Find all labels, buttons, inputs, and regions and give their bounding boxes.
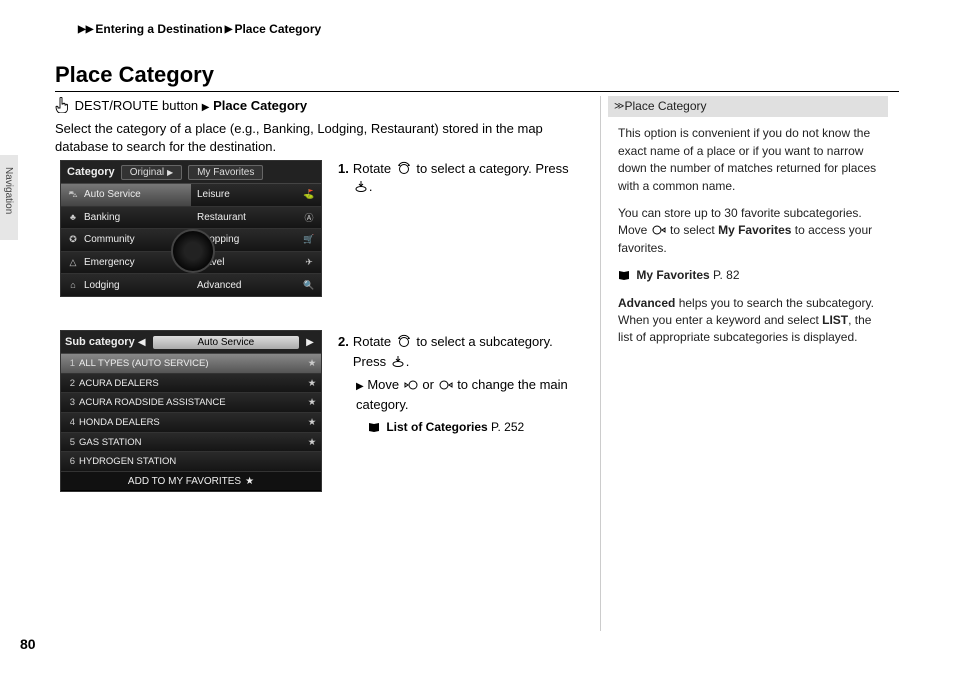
star-icon: ★ (307, 358, 317, 369)
star-icon: ★ (307, 397, 317, 408)
breadcrumb-arrow-icon: ▶ (225, 24, 233, 35)
tips-column: ≫Place Category This option is convenien… (608, 96, 888, 357)
ss1-item: Leisure⛳ (191, 184, 321, 207)
intro-prefix: DEST/ROUTE button (75, 98, 199, 113)
page-number: 80 (20, 636, 36, 652)
triangle-right-icon: ▶ (356, 381, 364, 392)
ss1-item: Advanced🔍 (191, 274, 321, 297)
step-2: 2. Rotate to select a subcategory. Press… (338, 332, 588, 436)
step-number: 2. (338, 332, 349, 371)
category-screen: Category Original ▶ My Favorites ⛍Auto S… (60, 160, 322, 297)
tips-reference: My Favorites P. 82 (618, 267, 888, 284)
ss2-center-tab: Auto Service (153, 336, 299, 349)
breadcrumb-part1: Entering a Destination (95, 22, 222, 36)
ss1-tab-original: Original ▶ (121, 165, 182, 180)
book-icon (368, 422, 380, 433)
ss2-row: 6HYDROGEN STATION (61, 452, 321, 472)
ss2-row: 5GAS STATION★ (61, 433, 321, 453)
ss2-header-label: Sub category (65, 336, 135, 348)
star-icon: ★ (307, 437, 317, 448)
ss2-row: 2ACURA DEALERS★ (61, 374, 321, 394)
tips-paragraph: You can store up to 30 favorite subcateg… (618, 205, 888, 257)
category-icon: △ (67, 257, 79, 268)
breadcrumb: ▶▶Entering a Destination▶Place Category (78, 22, 321, 36)
category-icon: 🛒 (303, 234, 315, 245)
move-right-icon (439, 379, 453, 391)
column-divider (600, 96, 601, 631)
hand-icon (55, 97, 68, 113)
right-arrow-icon: ▶ (303, 337, 317, 348)
step-1: 1. Rotate to select a category. Press . (338, 160, 588, 198)
chapter-tab-label: Navigation (3, 167, 14, 214)
step-number: 1. (338, 160, 349, 196)
subcategory-screen: Sub category ◀ Auto Service ▶ 1ALL TYPES… (60, 330, 322, 492)
category-icon: ✈ (303, 257, 315, 268)
left-arrow-icon: ◀ (135, 337, 149, 348)
tips-paragraph: This option is convenient if you do not … (618, 125, 888, 195)
ss2-row: 1ALL TYPES (AUTO SERVICE)★ (61, 354, 321, 374)
ss2-row: 4HONDA DEALERS★ (61, 413, 321, 433)
category-icon: Ⓐ (303, 211, 315, 224)
intro-suffix: Place Category (213, 98, 307, 113)
category-icon: ⛍ (67, 189, 79, 201)
category-icon: ✪ (67, 234, 79, 245)
press-dial-icon (354, 179, 368, 193)
ss2-footer: ADD TO MY FAVORITES ★ (61, 472, 321, 490)
move-right-icon (652, 224, 666, 236)
ss1-item: ⌂Lodging (61, 274, 191, 297)
ss1-item: ⛍Auto Service (61, 184, 191, 207)
rotate-dial-icon (396, 334, 412, 348)
breadcrumb-part2: Place Category (234, 22, 321, 36)
star-icon: ★ (307, 378, 317, 389)
ss1-item: RestaurantⒶ (191, 207, 321, 230)
ss2-row: 3ACURA ROADSIDE ASSISTANCE★ (61, 393, 321, 413)
category-icon: ⛳ (303, 189, 315, 200)
tips-header: ≫Place Category (608, 96, 888, 117)
star-icon: ★ (307, 417, 317, 428)
page-title: Place Category (55, 62, 899, 92)
operation-path: DEST/ROUTE button ▶ Place Category (55, 97, 307, 113)
ss1-header-label: Category (67, 166, 115, 178)
double-triangle-icon: ≫ (614, 101, 621, 112)
intro-description: Select the category of a place (e.g., Ba… (55, 120, 585, 156)
breadcrumb-arrow-icon: ▶▶ (78, 24, 93, 35)
ss1-tab-favorites: My Favorites (188, 165, 263, 180)
tips-paragraph: Advanced helps you to search the subcate… (618, 295, 888, 347)
triangle-right-icon: ▶ (202, 102, 210, 113)
ss1-item: ♣Banking (61, 207, 191, 230)
category-icon: 🔍 (303, 280, 315, 291)
book-icon (618, 270, 630, 281)
press-dial-icon (391, 354, 405, 368)
dial-icon (171, 229, 215, 273)
move-left-icon (404, 379, 418, 391)
star-icon: ★ (245, 476, 254, 487)
chapter-tab: Navigation (0, 155, 18, 240)
rotate-dial-icon (396, 161, 412, 175)
category-icon: ♣ (67, 212, 79, 222)
step-reference: List of Categories P. 252 (368, 418, 588, 436)
category-icon: ⌂ (67, 280, 79, 290)
